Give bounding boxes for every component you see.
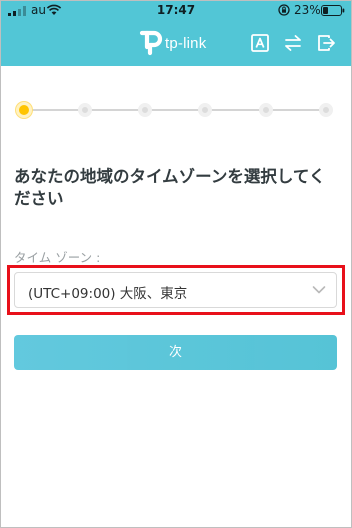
page-title: あなたの地域のタイムゾーンを選択してください [14, 167, 326, 208]
logo-text: tp-link [165, 34, 207, 52]
battery-percent: 23% [294, 3, 321, 17]
stepper-track [24, 109, 328, 111]
step-2-dot [78, 103, 92, 117]
tp-link-logo: tp-link [139, 30, 206, 56]
exit-icon[interactable] [316, 33, 336, 53]
status-bar: au 17:47 23% [0, 0, 352, 22]
rotation-lock-icon [278, 4, 290, 16]
timezone-label: タイム ゾーン : [14, 250, 101, 265]
step-6-dot [319, 103, 333, 117]
step-1-dot [16, 102, 32, 118]
app-header: tp-link [0, 22, 352, 66]
timezone-selected-value: (UTC+09:00) 大阪、東京 [28, 286, 188, 302]
switch-icon[interactable] [283, 33, 303, 53]
chevron-down-icon [312, 286, 326, 294]
next-button[interactable]: 次 [14, 335, 337, 370]
step-5-dot [259, 103, 273, 117]
tp-link-logo-icon [139, 30, 163, 56]
step-4-dot [198, 103, 212, 117]
battery-icon [321, 5, 345, 16]
progress-stepper [16, 100, 333, 120]
language-icon[interactable] [250, 33, 270, 53]
step-3-dot [138, 103, 152, 117]
timezone-select[interactable]: (UTC+09:00) 大阪、東京 [14, 272, 337, 308]
